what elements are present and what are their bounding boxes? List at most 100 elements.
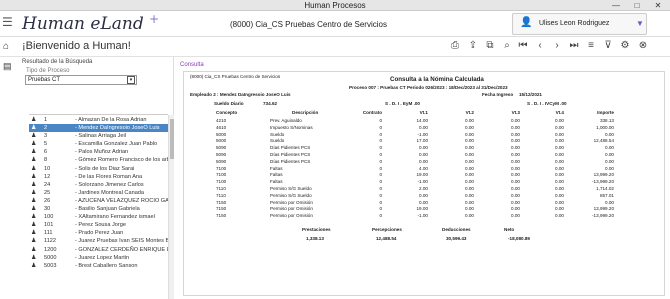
logo-plus-icon: + <box>149 12 160 26</box>
report-cell: 0.00 <box>555 192 564 198</box>
report-cell: 0.00 <box>511 213 520 219</box>
clear-filter-icon[interactable]: ⊗ <box>636 40 650 51</box>
report-cell: 0 <box>379 192 382 198</box>
employee-row[interactable]: ♟ 6 - Palos Muñoz Adrian <box>29 148 168 156</box>
print-icon[interactable]: ⎙ <box>448 40 462 51</box>
filter-icon[interactable]: ⊽ <box>601 40 615 51</box>
report-cell: 0.00 <box>511 199 520 205</box>
employee-row[interactable]: ♟ 25 - Jardines Montreal Canada <box>29 189 168 197</box>
employee-row[interactable]: ♟ 24 - Solorzano Jimenez Carlos <box>29 181 168 189</box>
report-cell: 0.00 <box>465 186 474 191</box>
employee-row[interactable]: ♟ 26 - AZUCENA VELAZQUEZ ROCIO GABRIE <box>29 197 168 205</box>
report-cell: 338.13 <box>599 118 614 123</box>
zoom-icon[interactable]: ⌕ <box>500 40 514 51</box>
chevron-down-icon[interactable]: ▾ <box>127 76 135 84</box>
report-cell: 0.00 <box>605 199 614 205</box>
employee-name: - Juarez Pruebas Ivan SEIS Montes Ben <box>75 238 168 245</box>
company-name: (8000) Cia_CS Pruebas Centro de Servicio… <box>230 20 387 29</box>
report-cell: 0 <box>379 138 382 144</box>
employee-row[interactable]: ♟ 1200 - GONZALEZ CERDEÑO ENRIQUE LUIS <box>29 246 168 254</box>
employee-row[interactable]: ♟ 101 - Perez Sousa Jorge <box>29 221 168 229</box>
employee-name: - Solorzano Jimenez Carlos <box>75 181 144 188</box>
preview-icon[interactable]: ⧉ <box>483 40 497 51</box>
report-cell: 0 <box>379 165 382 171</box>
report-cell: 4610 <box>216 124 227 130</box>
employee-row[interactable]: ♟ 5000 - Juarez Lopez Martin <box>29 254 168 262</box>
report-cell: 0.00 <box>419 199 428 205</box>
report-cell: 0.00 <box>465 152 474 157</box>
employee-row[interactable]: ♟ 111 - Prado Perez Juan <box>29 229 168 237</box>
report-cell: 0.00 <box>511 152 520 157</box>
report-cell: 0.00 <box>555 186 564 191</box>
report-cell: 0.00 <box>511 124 520 130</box>
payroll-report: (8000) Cia_CS Pruebas Centro de Servicio… <box>183 71 665 296</box>
report-cell: -1.00 <box>417 131 428 137</box>
previous-page-icon[interactable]: ‹ <box>533 40 547 51</box>
report-cell: 0.00 <box>555 199 564 205</box>
report-cell: 0.00 <box>419 145 428 151</box>
person-icon: ♟ <box>31 238 37 245</box>
employee-name: - De las Flores Roman Ana <box>75 173 143 180</box>
employee-row[interactable]: ♟ 30 - Basilio Sanjuan Gabriela <box>29 205 168 213</box>
report-cell: 2.00 <box>419 186 428 191</box>
report-cell: 0.00 <box>465 118 474 123</box>
process-type-select[interactable]: Pruebas CT ▾ <box>25 75 137 85</box>
scroll-thumb[interactable] <box>170 119 174 159</box>
person-icon: ♟ <box>31 117 37 123</box>
close-button[interactable]: ✕ <box>648 0 668 11</box>
employee-row[interactable]: ♟ 1122 - Juarez Pruebas Ivan SEIS Montes B… <box>29 237 168 245</box>
last-page-icon[interactable]: ⏭ <box>567 40 581 51</box>
first-page-icon[interactable]: ⏮ <box>516 40 530 51</box>
employee-number: 5000 <box>44 254 57 261</box>
sueldo-diario-value: 734.62 <box>263 101 278 106</box>
employee-row[interactable]: ♟ 5003 - Brest Caballero Sanson <box>29 262 168 270</box>
chevron-down-icon[interactable]: ▼ <box>636 19 644 28</box>
next-page-icon[interactable]: › <box>550 40 564 51</box>
employee-row[interactable]: ♟ 2 - Mendez DaIngresoio JoseO Luis <box>29 124 168 133</box>
report-cell: Días Pidientes PCS <box>270 152 311 157</box>
employee-name: - Palos Muñoz Adrian <box>75 149 129 156</box>
employee-row[interactable]: ♟ 100 - XAltamirano Fernandez ismael <box>29 213 168 221</box>
report-cell: 0.00 <box>465 131 474 137</box>
minimize-button[interactable]: — <box>606 0 626 11</box>
employee-list-scrollbar[interactable] <box>168 115 174 299</box>
report-cell: 0.00 <box>511 145 520 151</box>
home-icon[interactable]: ⌂ <box>3 41 9 52</box>
sort-icon[interactable]: ≡ <box>584 40 598 51</box>
calendar-icon[interactable]: ▤ <box>3 61 12 72</box>
report-cell: 0.00 <box>555 165 564 171</box>
employee-row[interactable]: ♟ 3 - Salinas Arriaga Jeil <box>29 132 168 140</box>
report-cell: 0.00 <box>555 172 564 178</box>
report-cell: Faltas <box>270 172 283 178</box>
hamburger-menu-icon[interactable]: ☰ <box>2 15 13 29</box>
maximize-button[interactable]: □ <box>627 0 647 11</box>
report-cell: 0 <box>379 145 382 151</box>
report-cell: 7100 <box>216 172 227 178</box>
report-title: Consulta a la Nómina Calculada <box>390 76 484 83</box>
fecha-ingreso-value: 15/12/2021 <box>519 92 542 97</box>
report-cell: Sueldo <box>270 131 285 137</box>
employee-row[interactable]: ♟ 5 - Escamilla Gonzalez Juan Pablo <box>29 140 168 148</box>
column-header: Vt.2 <box>465 110 474 115</box>
total-value: 30,599.43 <box>446 236 467 241</box>
employee-row[interactable]: ♟ 10 - Solis de los Diaz Sarai <box>29 165 168 173</box>
sdi-eym-label: S . D. I . EyM .00 <box>385 101 420 106</box>
report-cell: 0.00 <box>555 152 564 157</box>
report-cell: Faltas <box>270 179 283 185</box>
employee-row[interactable]: ♟ 12 - De las Flores Roman Ana <box>29 173 168 181</box>
settings-icon[interactable]: ⚙ <box>618 40 632 51</box>
toolbar: ⌂ ¡Bienvenido a Human! ⎙ ⇪ ⧉ ⌕ ⏮ ‹ › ⏭ ≡… <box>0 37 670 57</box>
report-cell: 5000 <box>216 131 227 137</box>
employee-number: 24 <box>44 181 51 188</box>
report-cell: 0.00 <box>419 124 428 130</box>
employee-row[interactable]: ♟ 1 - Almazan De la Rosa Adrian <box>29 116 168 124</box>
total-label: Percepciones <box>372 227 402 232</box>
report-cell: 0 <box>379 213 382 219</box>
report-cell: 0.00 <box>511 131 520 137</box>
report-cell: 7150 <box>216 206 227 212</box>
employee-row[interactable]: ♟ 8 - Gómez Romero Francisco de los arbo <box>29 156 168 164</box>
report-cell: 0 <box>379 199 382 205</box>
export-icon[interactable]: ⇪ <box>466 40 480 51</box>
user-menu[interactable]: 👤 Ulises Leon Rodriguez ▼ <box>512 13 647 35</box>
total-value: -18,080.89 <box>508 236 530 241</box>
